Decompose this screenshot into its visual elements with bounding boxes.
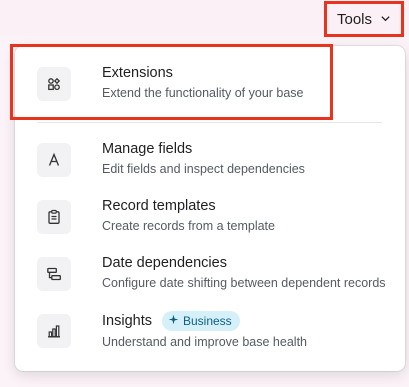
dependencies-icon bbox=[37, 257, 71, 291]
sparkle-icon bbox=[168, 314, 179, 328]
menu-item-extensions[interactable]: Extensions Extend the functionality of y… bbox=[37, 64, 407, 112]
tools-label: Tools bbox=[336, 10, 373, 28]
extensions-icon bbox=[37, 67, 71, 101]
menu-item-date-dependencies[interactable]: Date dependencies Configure date shiftin… bbox=[37, 254, 407, 302]
menu-item-title: Date dependencies bbox=[102, 255, 227, 271]
menu-item-title: Extensions bbox=[102, 65, 173, 81]
menu-item-description: Extend the functionality of your base bbox=[102, 86, 304, 100]
menu-item-title: Insights bbox=[102, 313, 152, 329]
badge-label: Business bbox=[182, 314, 232, 328]
menu-item-description: Configure date shifting between dependen… bbox=[102, 276, 386, 290]
menu-item-description: Understand and improve base health bbox=[102, 335, 307, 349]
menu-item-description: Edit fields and inspect dependencies bbox=[102, 162, 305, 176]
chevron-down-icon bbox=[380, 11, 391, 28]
menu-item-insights[interactable]: Insights Business Understand and improve… bbox=[37, 311, 407, 359]
business-badge: Business bbox=[161, 311, 240, 331]
clipboard-icon bbox=[37, 200, 71, 234]
bar-chart-icon bbox=[37, 314, 71, 348]
tools-menu: Extensions Extend the functionality of y… bbox=[15, 46, 405, 371]
menu-item-title: Manage fields bbox=[102, 141, 193, 157]
field-letter-icon bbox=[37, 143, 71, 177]
menu-item-record-templates[interactable]: Record templates Create records from a t… bbox=[37, 197, 407, 245]
menu-item-manage-fields[interactable]: Manage fields Edit fields and inspect de… bbox=[37, 140, 407, 188]
menu-item-description: Create records from a template bbox=[102, 219, 275, 233]
tools-button[interactable]: Tools bbox=[324, 1, 404, 37]
menu-divider bbox=[37, 122, 382, 123]
menu-item-title: Record templates bbox=[102, 198, 216, 214]
